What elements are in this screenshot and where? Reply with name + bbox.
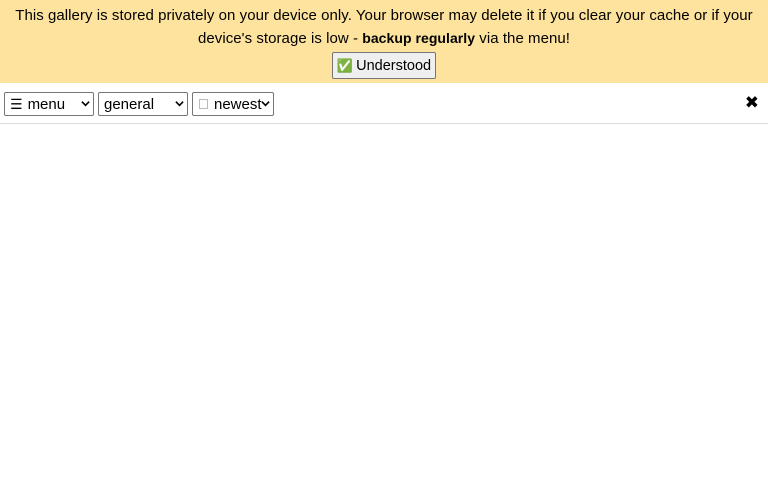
notice-text-end: via the menu! xyxy=(475,30,570,47)
sort-box-icon xyxy=(199,99,208,109)
chevron-down-icon xyxy=(81,101,90,107)
storage-notice-banner: This gallery is stored privately on your… xyxy=(0,0,768,83)
understood-button-label: Understood xyxy=(356,57,432,74)
close-icon[interactable]: ✖ xyxy=(745,93,759,113)
category-select-value: general xyxy=(104,95,155,113)
chevron-down-icon xyxy=(261,101,270,107)
menu-select-value: menu xyxy=(27,95,66,113)
menu-select[interactable]: ☰ menu xyxy=(4,92,94,116)
storage-notice-text: This gallery is stored privately on your… xyxy=(0,0,768,50)
hamburger-icon: ☰ xyxy=(10,95,23,112)
toolbar: ☰ menu general newest ✖ xyxy=(0,83,768,124)
chevron-down-icon xyxy=(175,101,184,107)
understood-button[interactable]: ✅ Understood xyxy=(332,52,436,79)
sort-select-value: newest xyxy=(214,95,262,113)
check-icon: ✅ xyxy=(336,57,354,73)
sort-select[interactable]: newest xyxy=(192,92,274,116)
category-select[interactable]: general xyxy=(98,92,188,116)
notice-text-bold: backup regularly xyxy=(362,30,476,46)
gallery-area xyxy=(0,124,768,480)
